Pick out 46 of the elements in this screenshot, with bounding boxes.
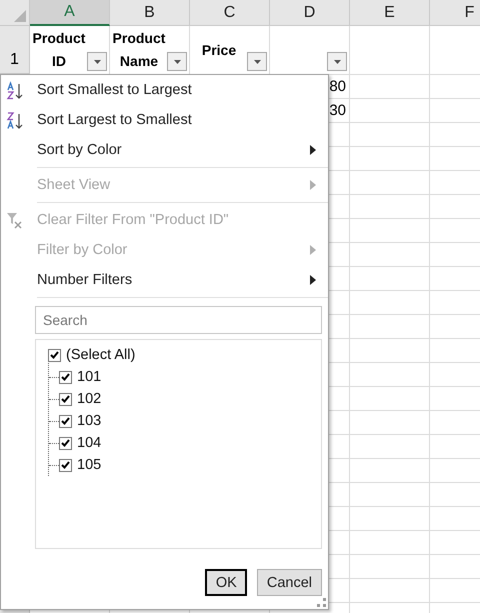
menu-item[interactable]: Sort by Color xyxy=(1,135,328,165)
menu-item[interactable]: Sort Largest to Smallest xyxy=(1,105,328,135)
search-field[interactable]: Search xyxy=(35,306,322,334)
checklist-item-label[interactable]: 105 xyxy=(77,457,102,473)
resize-grip-icon xyxy=(317,598,326,607)
checklist-item-label[interactable]: (Select All) xyxy=(66,347,136,363)
sort-descending-icon xyxy=(5,111,25,131)
caret-icon xyxy=(254,60,260,64)
header-cell-text: Product Name xyxy=(112,29,166,71)
header-cell-text: Product ID xyxy=(32,29,86,71)
caret-icon xyxy=(94,60,100,64)
column-header[interactable]: C xyxy=(190,0,270,26)
checklist-item-label[interactable]: 103 xyxy=(77,413,102,429)
submenu-arrow-icon xyxy=(310,145,316,155)
table-cell: 80 xyxy=(329,78,346,95)
dialog-button[interactable]: OK xyxy=(204,569,247,596)
checkbox[interactable] xyxy=(59,458,72,472)
table-cell: 30 xyxy=(329,102,346,119)
submenu-arrow-icon xyxy=(310,275,316,285)
column-header[interactable]: A xyxy=(30,0,110,26)
filter-dropdown-button[interactable] xyxy=(327,52,347,71)
filter-dropdown-button[interactable] xyxy=(167,52,187,71)
column-header[interactable]: F xyxy=(430,0,480,26)
checklist-item-label[interactable]: 102 xyxy=(77,391,102,407)
checkbox[interactable] xyxy=(59,370,72,384)
menu-item[interactable]: Sort Smallest to Largest xyxy=(1,75,328,105)
row-number[interactable]: 1 xyxy=(10,51,19,69)
column-header[interactable]: D xyxy=(270,0,350,26)
caret-icon xyxy=(334,60,340,64)
filter-dropdown-button[interactable] xyxy=(87,52,107,71)
header-cell-text: Price xyxy=(202,40,236,60)
checkbox[interactable] xyxy=(59,414,72,428)
checkbox[interactable] xyxy=(59,392,72,406)
caret-icon xyxy=(174,60,180,64)
menu-item[interactable]: Number Filters xyxy=(1,265,328,295)
column-header[interactable]: B xyxy=(110,0,190,26)
submenu-arrow-icon xyxy=(310,245,316,255)
checkbox[interactable] xyxy=(48,348,61,362)
checklist-item-label[interactable]: 101 xyxy=(77,369,102,385)
filter-dropdown-button[interactable] xyxy=(247,52,267,71)
column-header[interactable]: E xyxy=(350,0,430,26)
submenu-arrow-icon xyxy=(310,180,316,190)
checkbox[interactable] xyxy=(59,436,72,450)
sort-ascending-icon xyxy=(5,81,25,101)
checklist-item-label[interactable]: 104 xyxy=(77,435,102,451)
dialog-button[interactable]: Cancel xyxy=(256,569,322,596)
